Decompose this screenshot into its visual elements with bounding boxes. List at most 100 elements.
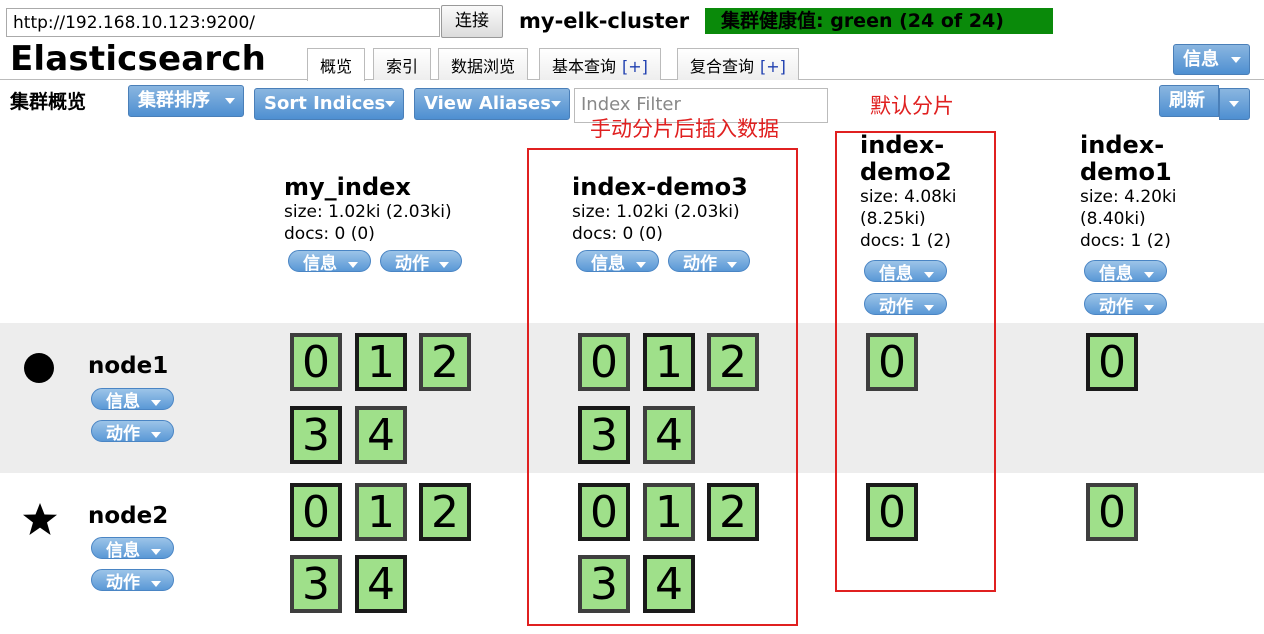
tab-add-link[interactable]: [+] <box>622 57 648 76</box>
refresh-button[interactable]: 刷新 <box>1159 85 1219 117</box>
star-icon <box>23 503 57 535</box>
shard[interactable]: 0 <box>1086 483 1138 541</box>
index-action-button[interactable]: 动作 <box>1084 293 1167 315</box>
elasticsearch-head-window: 连接 my-elk-cluster 集群健康值: green (24 of 24… <box>0 0 1264 634</box>
node-row-node1 <box>0 323 1264 473</box>
index-header-index-demo2: index- demo2 size: 4.08ki (8.25ki) docs:… <box>860 132 957 252</box>
master-node-circle-icon <box>24 353 54 383</box>
shard[interactable]: 3 <box>290 555 342 613</box>
shard[interactable]: 2 <box>419 333 471 391</box>
node-action-button[interactable]: 动作 <box>91 569 174 591</box>
shard-primary[interactable]: 2 <box>419 483 471 541</box>
connect-button[interactable]: 连接 <box>441 5 503 38</box>
shard-primary[interactable]: 0 <box>578 483 630 541</box>
shard-primary[interactable]: 4 <box>355 555 407 613</box>
pill-label: 信息 <box>879 264 913 282</box>
index-size: size: 1.02ki (2.03ki) <box>284 202 452 222</box>
index-info-button[interactable]: 信息 <box>288 250 371 272</box>
chevron-down-icon <box>1229 101 1239 107</box>
index-docs: docs: 1 (2) <box>860 231 951 251</box>
cluster-sort-button[interactable]: 集群排序 <box>128 85 244 117</box>
tab-label: 索引 <box>386 57 419 76</box>
chevron-down-icon <box>727 262 737 268</box>
pill-label: 信息 <box>591 254 625 272</box>
index-size-line1: size: 4.08ki <box>860 187 957 207</box>
sort-indices-button[interactable]: Sort Indices <box>254 88 404 120</box>
view-aliases-button[interactable]: View Aliases <box>414 88 570 120</box>
index-size-line2: (8.25ki) <box>860 209 926 229</box>
shard[interactable]: 3 <box>578 555 630 613</box>
index-name-line1: index- <box>1080 131 1165 159</box>
tab-label: 概览 <box>320 57 353 76</box>
shard[interactable]: 4 <box>355 406 407 464</box>
shard[interactable]: 1 <box>643 483 695 541</box>
tab-basic-query[interactable]: 基本查询 [+] <box>539 48 661 80</box>
index-header-my-index: my_index size: 1.02ki (2.03ki) docs: 0 (… <box>284 174 452 245</box>
tab-add-link[interactable]: [+] <box>760 57 786 76</box>
page-title: 集群概览 <box>10 91 87 113</box>
index-docs: docs: 0 (0) <box>572 224 663 244</box>
index-info-button[interactable]: 信息 <box>1084 260 1167 282</box>
index-action-button[interactable]: 动作 <box>380 250 462 272</box>
tab-overview[interactable]: 概览 <box>307 48 366 81</box>
pill-label: 动作 <box>106 424 140 442</box>
index-name: index-demo3 <box>572 173 748 201</box>
index-action-button[interactable]: 动作 <box>668 250 750 272</box>
index-info-button[interactable]: 信息 <box>576 250 659 272</box>
shard[interactable]: 0 <box>866 333 918 391</box>
pill-label: 动作 <box>1099 297 1133 315</box>
pill-label: 动作 <box>395 254 429 272</box>
shard-primary[interactable]: 0 <box>290 483 342 541</box>
button-label: 刷新 <box>1169 90 1205 111</box>
cluster-name: my-elk-cluster <box>519 9 690 33</box>
chevron-down-icon <box>439 262 449 268</box>
shard[interactable]: 2 <box>707 333 759 391</box>
tab-indices[interactable]: 索引 <box>373 48 432 80</box>
tab-browser[interactable]: 数据浏览 <box>438 48 529 80</box>
index-info-button[interactable]: 信息 <box>864 260 947 282</box>
shard-primary[interactable]: 1 <box>643 333 695 391</box>
shard-primary[interactable]: 4 <box>643 555 695 613</box>
chevron-down-icon <box>151 549 161 555</box>
button-label: Sort Indices <box>264 93 386 114</box>
tab-label: 数据浏览 <box>451 57 516 76</box>
shard-primary[interactable]: 3 <box>290 406 342 464</box>
cluster-url-input[interactable] <box>6 8 440 37</box>
info-menu-button[interactable]: 信息 <box>1173 44 1250 75</box>
index-size-line2: (8.40ki) <box>1080 209 1146 229</box>
tab-label: 基本查询 <box>552 57 617 76</box>
index-name-line2: demo2 <box>860 158 952 186</box>
cluster-health-badge: 集群健康值: green (24 of 24) <box>705 8 1053 34</box>
shard-primary[interactable]: 3 <box>578 406 630 464</box>
pill-label: 动作 <box>106 573 140 591</box>
shard-primary[interactable]: 2 <box>707 483 759 541</box>
app-title: Elasticsearch <box>10 39 267 79</box>
index-header-index-demo3: index-demo3 size: 1.02ki (2.03ki) docs: … <box>572 174 748 245</box>
chevron-down-icon <box>151 432 161 438</box>
node-info-button[interactable]: 信息 <box>91 388 174 410</box>
button-label: 集群排序 <box>138 90 210 111</box>
shard[interactable]: 0 <box>290 333 342 391</box>
index-name-line1: index- <box>860 131 945 159</box>
chevron-down-icon <box>348 262 358 268</box>
shard-primary[interactable]: 0 <box>866 483 918 541</box>
chevron-down-icon <box>1231 57 1241 63</box>
tab-compound-query[interactable]: 复合查询 [+] <box>677 48 799 80</box>
chevron-down-icon <box>551 101 561 107</box>
shard-primary[interactable]: 0 <box>1086 333 1138 391</box>
index-name-line2: demo1 <box>1080 158 1172 186</box>
shard[interactable]: 1 <box>355 483 407 541</box>
node-info-button[interactable]: 信息 <box>91 537 174 559</box>
chevron-down-icon <box>151 400 161 406</box>
shard-primary[interactable]: 1 <box>355 333 407 391</box>
node-action-button[interactable]: 动作 <box>91 420 174 442</box>
shard[interactable]: 0 <box>578 333 630 391</box>
chevron-down-icon <box>225 98 235 104</box>
shard[interactable]: 4 <box>643 406 695 464</box>
annotation-default-shards: 默认分片 <box>870 94 954 118</box>
chevron-down-icon <box>636 262 646 268</box>
refresh-interval-dropdown[interactable] <box>1219 88 1250 120</box>
index-action-button[interactable]: 动作 <box>864 293 947 315</box>
node-name: node1 <box>88 353 169 379</box>
chevron-down-icon <box>1144 305 1154 311</box>
